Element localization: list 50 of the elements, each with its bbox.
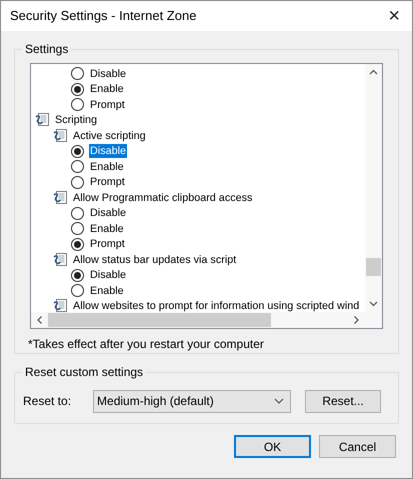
- script-icon: [53, 299, 68, 312]
- radio-button[interactable]: [71, 98, 84, 112]
- dialog-button[interactable]: Cancel: [319, 435, 396, 458]
- radio-button[interactable]: [71, 67, 84, 80]
- setting-label: Allow websites to prompt for information using scripted wind: [73, 299, 360, 312]
- category-label: Scripting: [55, 113, 98, 128]
- option-label: Disable: [89, 66, 128, 81]
- option-label: Enable: [89, 284, 125, 298]
- option-label: Disable: [89, 206, 128, 220]
- group-title: Settings: [22, 42, 72, 57]
- setting-label: Allow status bar updates via script: [73, 252, 236, 268]
- script-icon: [53, 252, 68, 267]
- option-label: Enable: [89, 160, 125, 174]
- radio-button[interactable]: [71, 268, 84, 282]
- script-icon: [53, 190, 68, 205]
- caret-icon: [274, 398, 284, 404]
- reset-dropdown[interactable]: Medium-high (default): [93, 390, 292, 412]
- setting-label: Active scripting: [73, 128, 146, 144]
- setting-label: Allow Programmatic clipboard access: [73, 190, 252, 206]
- dialog-button[interactable]: OK: [234, 435, 311, 458]
- radio-button[interactable]: [71, 82, 84, 96]
- horizontal-scrollbar[interactable]: [31, 312, 382, 328]
- option-label: Disable: [89, 268, 128, 282]
- note-text: *Takes effect after you restart your computer: [28, 336, 265, 353]
- option-label: Enable: [89, 222, 125, 236]
- option-label: Disable: [89, 144, 128, 158]
- option-label: Prompt: [89, 175, 126, 190]
- close-button[interactable]: ×: [384, 6, 404, 26]
- radio-button[interactable]: [71, 206, 84, 220]
- window-title: Security Settings - Internet Zone: [10, 7, 196, 26]
- script-icon: [35, 113, 50, 128]
- group-title: Reset custom settings: [22, 365, 146, 380]
- radio-button[interactable]: [71, 144, 84, 158]
- script-icon: [53, 128, 68, 143]
- radio-button[interactable]: [71, 238, 84, 251]
- reset-label: Reset to:: [23, 393, 72, 410]
- option-label: Prompt: [89, 237, 126, 252]
- radio-button[interactable]: [71, 222, 84, 236]
- option-label: Prompt: [89, 98, 126, 112]
- scroll-left-icon: [37, 316, 42, 324]
- settings-list[interactable]: [30, 63, 383, 329]
- radio-button[interactable]: [71, 160, 84, 174]
- option-label: Enable: [89, 82, 125, 96]
- radio-button[interactable]: [71, 284, 84, 298]
- scroll-thumb[interactable]: [366, 258, 381, 276]
- reset-button[interactable]: Reset...: [305, 390, 381, 412]
- vertical-scrollbar[interactable]: [365, 64, 382, 312]
- radio-button[interactable]: [71, 176, 84, 189]
- scroll-thumb[interactable]: [48, 313, 271, 327]
- scroll-right-icon: [354, 316, 359, 324]
